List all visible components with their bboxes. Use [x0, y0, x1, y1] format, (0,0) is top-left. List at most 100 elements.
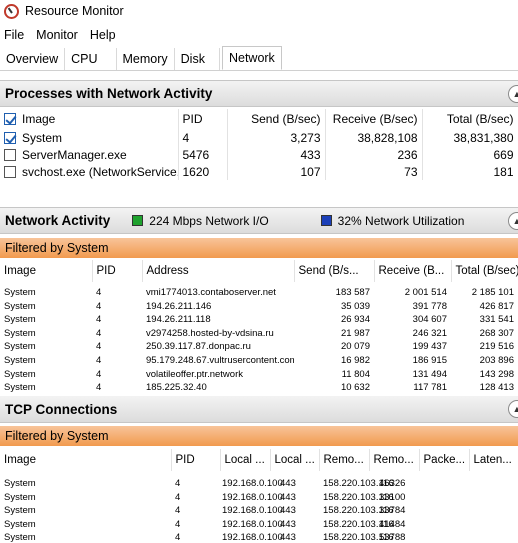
col-total-header[interactable]: Total (B/sec) — [451, 260, 518, 282]
select-all-checkbox[interactable] — [4, 113, 16, 125]
tab-bar: Overview CPU Memory Disk Network — [0, 46, 518, 71]
table-row[interactable]: System 4 194.26.211.118 26 934 304 607 331 54… — [0, 313, 518, 327]
row-receive: 304 607 — [412, 314, 447, 326]
row-total: 219 516 — [479, 341, 514, 353]
row-address: vmi1774013.contaboserver.net — [146, 287, 276, 298]
process-pid: 1620 — [178, 163, 228, 180]
table-row[interactable]: ServerManager.exe 5476 433 236 669 — [0, 146, 518, 163]
process-image: System — [22, 130, 63, 145]
tcp-section-title: TCP Connections — [5, 401, 118, 417]
row-address: v2974258.hosted-by-vdsina.ru — [146, 327, 274, 339]
col-address-header[interactable]: Address — [142, 260, 295, 282]
network-util-swatch — [320, 215, 332, 226]
col-image-header[interactable]: Image — [0, 449, 172, 471]
table-row[interactable]: System 4 vmi1774013.contaboserver.net 183 5… — [0, 286, 518, 300]
col-send-header[interactable]: Send (B/sec) — [227, 109, 326, 129]
row-local-address: 192.168.0.100 — [222, 491, 283, 503]
col-image-header[interactable]: Image — [0, 260, 93, 282]
row-total: 203 896 — [479, 354, 514, 366]
tab-overview[interactable]: Overview — [0, 48, 66, 70]
row-remote-address: 158.220.103.116 — [323, 532, 394, 543]
tcp-section-header[interactable]: TCP Connections ▲ — [0, 396, 518, 423]
row-address: volatileoffer.ptr.network — [146, 368, 243, 380]
table-row[interactable]: System 4 192.168.0.100 443 158.220.103.116 33… — [0, 491, 518, 505]
row-send: 21 987 — [340, 327, 370, 339]
tab-disk[interactable]: Disk — [175, 48, 220, 70]
col-packet-loss-header[interactable]: Packe... — [419, 449, 470, 471]
row-total: 128 413 — [479, 382, 514, 394]
table-row[interactable]: System 4 volatileoffer.ptr.network 11 804 13… — [0, 368, 518, 382]
network-util-legend: 32% Network Utilization — [320, 214, 464, 228]
network-activity-filter-bar: Filtered by System — [0, 238, 518, 258]
col-local-address-header[interactable]: Local ... — [220, 449, 271, 471]
table-row[interactable]: svchost.exe (NetworkService... 1620 107 … — [0, 163, 518, 180]
table-row[interactable]: System 4 192.168.0.100 443 158.220.103.116 33… — [0, 504, 518, 518]
table-row[interactable]: System 4 194.26.211.146 35 039 391 778 426 81… — [0, 300, 518, 314]
col-pid-header[interactable]: PID — [92, 260, 143, 282]
menu-monitor[interactable]: Monitor — [32, 28, 82, 42]
table-row[interactable]: System 4 192.168.0.100 443 158.220.103.116 41… — [0, 518, 518, 532]
menu-help[interactable]: Help — [86, 28, 120, 42]
row-image: System — [4, 532, 36, 543]
table-row[interactable]: System 4 v2974258.hosted-by-vdsina.ru 21 98… — [0, 327, 518, 341]
row-address: 250.39.117.87.donpac.ru — [146, 341, 251, 353]
col-latency-header[interactable]: Laten... — [469, 449, 518, 471]
col-send-header[interactable]: Send (B/s... — [294, 260, 375, 282]
process-send: 3,273 — [227, 129, 326, 146]
processes-table: Image PID Send (B/sec) Receive (B/sec) T… — [0, 109, 518, 180]
row-receive: 131 494 — [412, 368, 447, 380]
collapse-tcp-button[interactable]: ▲ — [508, 400, 518, 418]
processes-section-header[interactable]: Processes with Network Activity ▲ — [0, 80, 518, 107]
row-address: 194.26.211.146 — [146, 300, 212, 312]
row-address: 194.26.211.118 — [146, 314, 211, 326]
col-remote-address-header[interactable]: Remo... — [319, 449, 370, 471]
col-receive-header[interactable]: Receive (B/sec) — [325, 109, 423, 129]
row-receive: 186 915 — [412, 354, 447, 366]
tab-memory[interactable]: Memory — [117, 48, 175, 70]
table-row[interactable]: System 4 250.39.117.87.donpac.ru 20 079 199 … — [0, 340, 518, 354]
table-row[interactable]: System 4 192.168.0.100 443 158.220.103.116 53… — [0, 531, 518, 543]
row-send: 26 934 — [340, 314, 370, 326]
col-remote-port-header[interactable]: Remo... — [369, 449, 420, 471]
table-row[interactable]: System 4 3,273 38,828,108 38,831,380 — [0, 129, 518, 146]
collapse-network-activity-button[interactable]: ▲ — [508, 212, 518, 230]
col-pid-header[interactable]: PID — [178, 109, 228, 129]
process-checkbox[interactable] — [4, 148, 16, 161]
process-send: 107 — [227, 163, 326, 180]
process-total: 38,831,380 — [422, 129, 518, 146]
col-image-header[interactable]: Image — [0, 109, 179, 129]
row-remote-address: 158.220.103.116 — [323, 491, 394, 503]
row-total: 331 541 — [479, 314, 514, 326]
collapse-processes-button[interactable]: ▲ — [508, 85, 518, 103]
row-image: System — [4, 478, 36, 489]
network-activity-section-header[interactable]: Network Activity 224 Mbps Network I/O 32… — [0, 207, 518, 234]
row-send: 35 039 — [340, 300, 370, 312]
row-send: 20 079 — [340, 341, 370, 353]
window-title: Resource Monitor — [25, 4, 124, 18]
row-image: System — [4, 491, 36, 503]
table-row[interactable]: System 4 185.225.32.40 10 632 117 781 128 413 — [0, 381, 518, 395]
row-image: System — [4, 382, 36, 394]
row-pid: 4 — [96, 354, 102, 366]
table-row[interactable]: System 4 95.179.248.67.vultrusercontent.co… — [0, 354, 518, 368]
row-image: System — [4, 518, 36, 530]
row-image: System — [4, 505, 36, 517]
row-receive: 2 001 514 — [404, 287, 447, 298]
table-row[interactable]: System 4 192.168.0.100 443 158.220.103.116 46… — [0, 477, 518, 491]
process-checkbox[interactable] — [4, 165, 16, 178]
tab-network[interactable]: Network — [221, 46, 282, 70]
row-send: 11 804 — [341, 368, 370, 380]
row-send: 16 982 — [340, 354, 370, 366]
row-total: 426 817 — [479, 300, 514, 312]
process-checkbox[interactable] — [4, 131, 16, 144]
row-image: System — [4, 354, 36, 366]
col-pid-header[interactable]: PID — [171, 449, 221, 471]
row-remote-address: 158.220.103.116 — [323, 505, 394, 517]
tab-cpu[interactable]: CPU — [65, 48, 117, 70]
row-total: 268 307 — [479, 327, 514, 339]
menu-file[interactable]: File — [0, 28, 28, 42]
row-image: System — [4, 368, 36, 380]
col-total-header[interactable]: Total (B/sec) — [422, 109, 518, 129]
col-local-port-header[interactable]: Local ... — [270, 449, 320, 471]
col-receive-header[interactable]: Receive (B... — [374, 260, 452, 282]
